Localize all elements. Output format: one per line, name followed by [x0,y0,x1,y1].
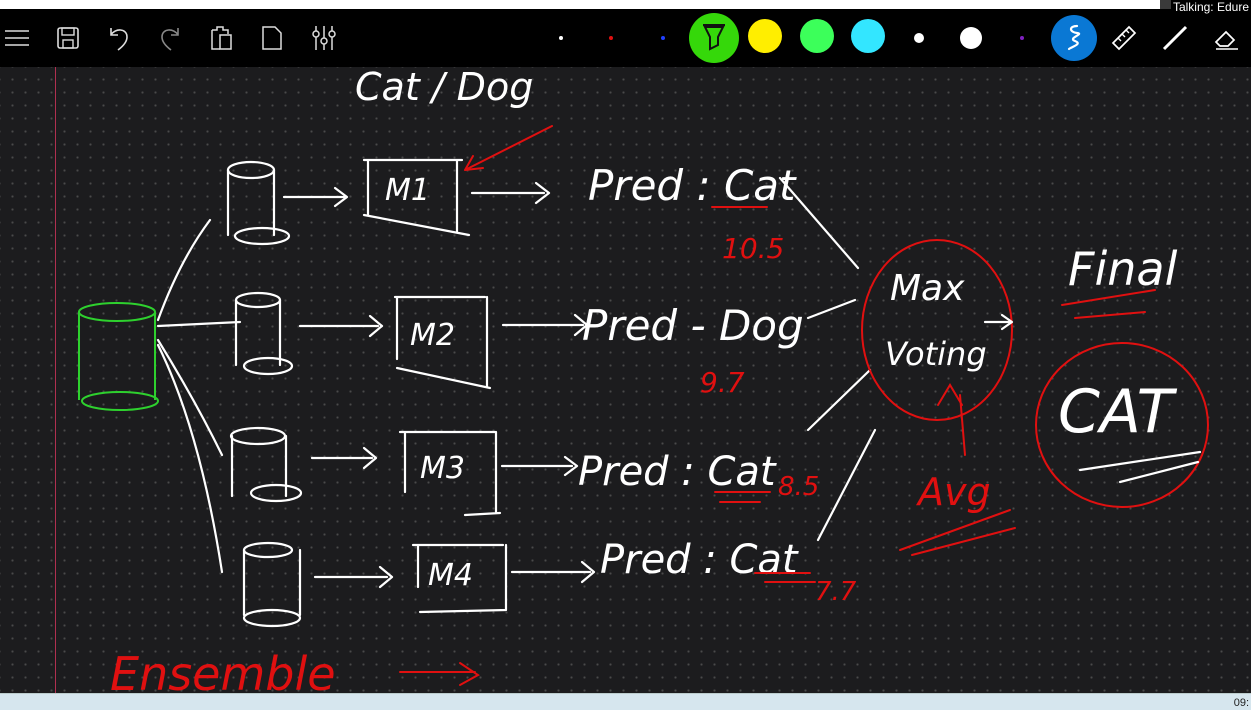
pen-color-white-thin[interactable] [559,36,563,40]
score-text: 8.5 [778,472,819,502]
pencil-button[interactable] [1158,21,1192,55]
paste-button[interactable] [204,21,238,55]
voter-circle [861,239,1013,421]
model-label: M1 [385,173,430,208]
model-label: M2 [410,318,455,353]
result-text: CAT [1058,377,1178,447]
save-icon [57,27,79,49]
dataset-cylinder [78,302,159,411]
menu-button[interactable] [0,21,34,55]
pencil-icon [1162,25,1188,51]
save-button[interactable] [51,21,85,55]
pen-color-red[interactable] [609,36,613,40]
ruler-icon [1111,25,1137,51]
drawing: Cat / Dog M1 Pred : Cat 10.5 M2 Pred - D… [78,65,1209,701]
page-icon [262,26,282,50]
whiteboard-canvas[interactable]: Cat / Dog M1 Pred : Cat 10.5 M2 Pred - D… [0,65,1251,701]
result-underline [1078,450,1202,484]
pen-color-yellow[interactable] [748,19,782,53]
branch-lines [156,218,242,574]
model-row-2: M2 Pred - Dog 9.7 [234,291,804,399]
score-text: 9.7 [700,366,745,399]
pen-color-blue[interactable] [661,36,665,40]
pen-size-medium[interactable] [914,33,924,43]
eraser-button[interactable] [1210,21,1244,55]
model-label: M4 [428,558,473,593]
toolbar [0,9,1251,67]
redo-button[interactable] [153,21,187,55]
hamburger-icon [5,30,29,46]
undo-button[interactable] [102,21,136,55]
voter-label-2: Voting [885,335,987,373]
pen-color-green[interactable] [800,19,834,53]
talking-indicator: Talking: Edure [1170,0,1251,14]
ensemble-arrow [399,662,480,686]
squiggle-pen-icon [1067,24,1081,51]
prediction-text: Pred : Cat [600,537,799,583]
new-page-button[interactable] [255,21,289,55]
model-row-3: M3 Pred : Cat 8.5 [229,426,819,517]
margin-line [55,67,56,693]
ensemble-text: Ensemble [110,647,336,693]
taskbar: 09: [0,693,1251,710]
top-strip [0,0,1251,9]
pen-color-purple[interactable] [1020,36,1024,40]
final-arrow [983,313,1014,331]
voter-label-1: Max [890,268,965,309]
prediction-text: Pred - Dog [582,301,804,350]
highlighter-icon [703,24,725,51]
red-arrow [464,125,553,171]
eraser-icon [1214,30,1238,50]
title-text: Cat / Dog [355,67,533,109]
ruler-button[interactable] [1107,21,1141,55]
prediction-text: Pred : Cat [588,161,797,210]
pen-size-large[interactable] [960,27,982,49]
sliders-icon [312,26,336,50]
redo-icon [161,28,179,51]
avg-underline [899,509,1016,556]
prediction-text: Pred : Cat [578,449,777,495]
pen-tool-button[interactable] [1051,15,1097,61]
avg-text: Avg [915,470,991,514]
score-text: 7.7 [815,577,857,607]
clock: 09: [1233,697,1249,709]
model-row-1: M1 Pred : Cat 10.5 [226,158,797,265]
score-text: 10.5 [722,232,784,265]
clipboard-icon [211,26,232,50]
highlighter-green-active[interactable] [689,13,739,63]
settings-button[interactable] [307,21,341,55]
pen-color-cyan[interactable] [851,19,885,53]
final-text: Final [1068,242,1178,296]
model-row-4: M4 Pred : Cat 7.7 [242,537,857,628]
undo-icon [110,28,128,51]
model-label: M3 [420,451,465,486]
